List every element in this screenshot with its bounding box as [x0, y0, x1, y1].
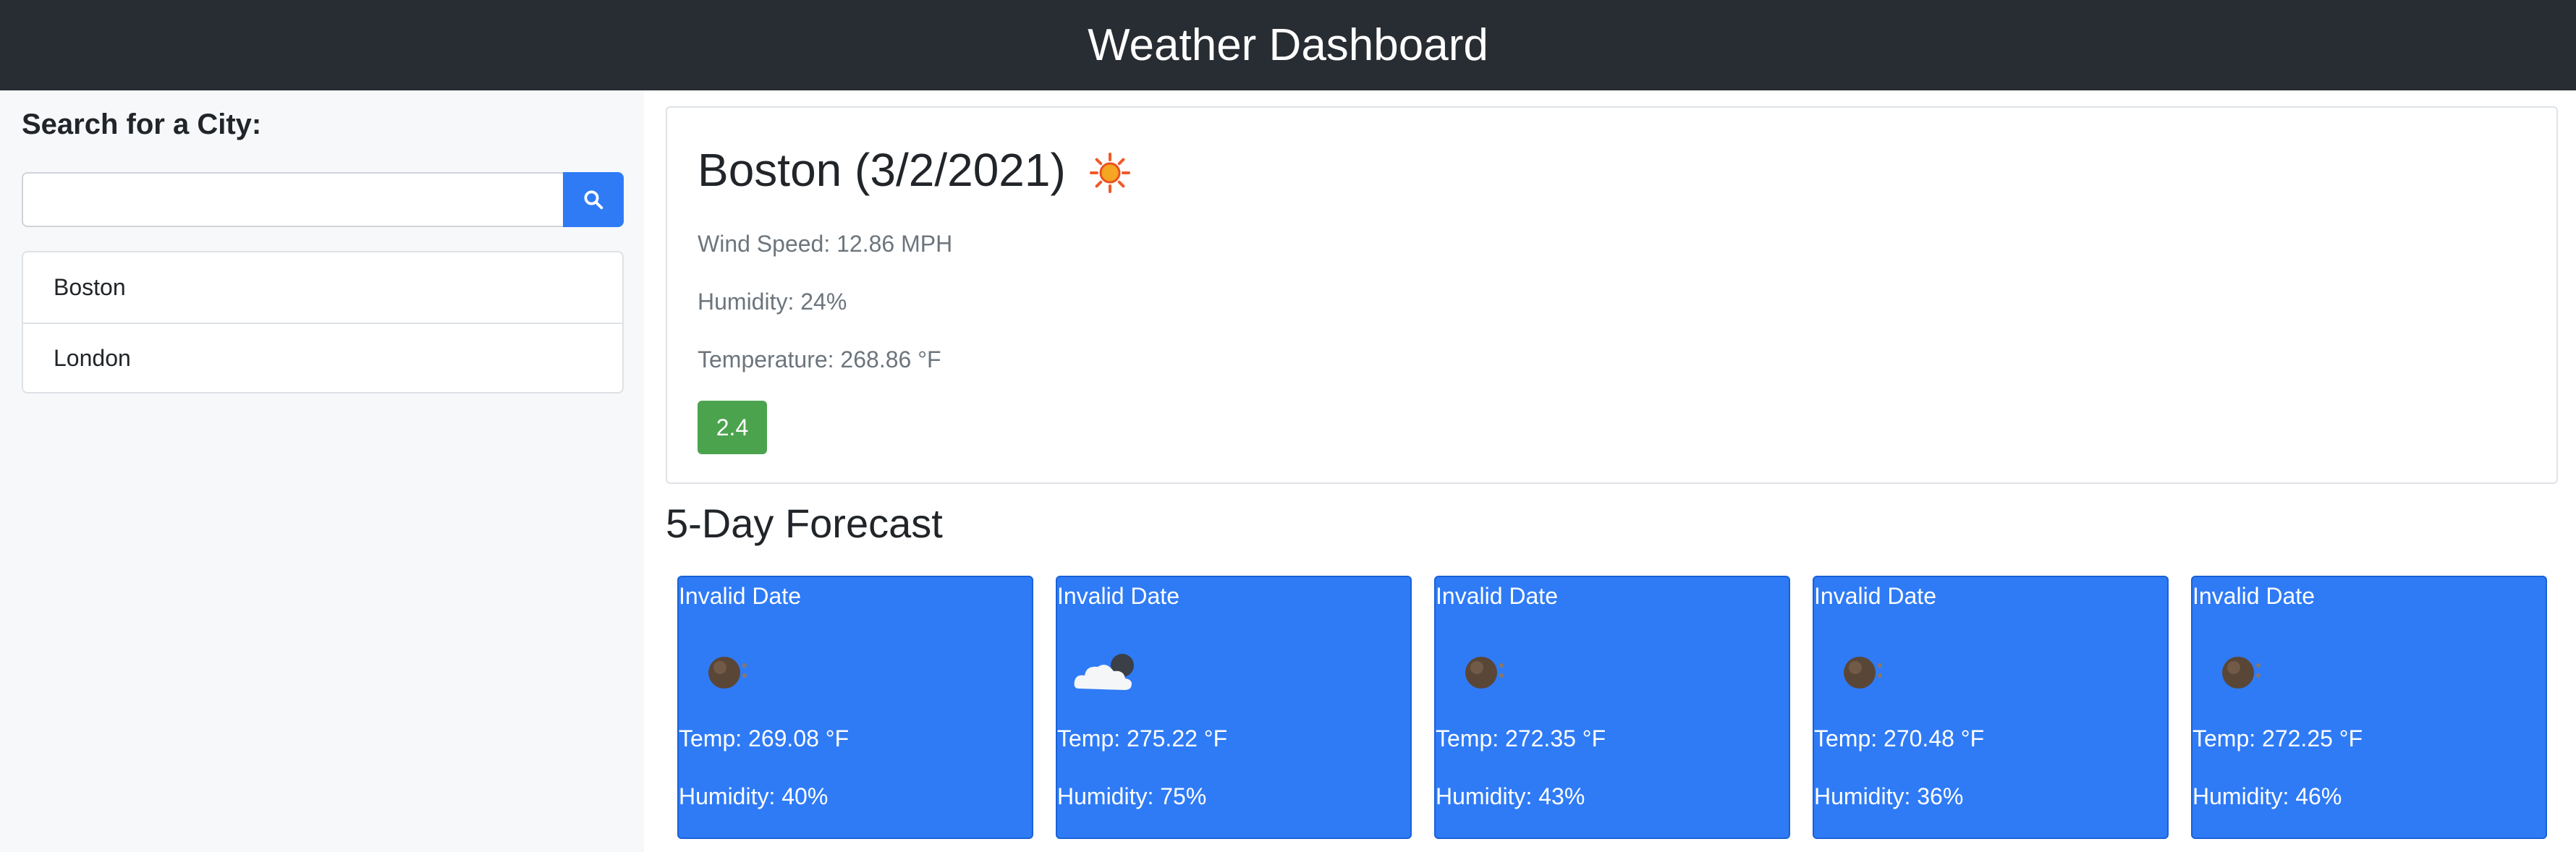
forecast-humidity: Humidity: 75%: [1057, 783, 1207, 809]
night-clear-icon: [708, 657, 747, 689]
cloud-icon: [1074, 654, 1134, 690]
humidity: Humidity: 24%: [698, 289, 847, 315]
forecast-card: Invalid Date Temp: 275.22 °F Humidity: 7…: [1056, 576, 1412, 839]
current-city-title: Boston (3/2/2021): [698, 144, 1066, 196]
forecast-heading: 5-Day Forecast: [666, 500, 943, 546]
current-weather-card: Boston (3/2/2021) Wind Speed: 12.86 MPH …: [666, 106, 2558, 484]
forecast-date: Invalid Date: [679, 583, 801, 609]
forecast-humidity: Humidity: 40%: [679, 783, 829, 809]
forecast-card: Invalid Date Temp: 272.25 °F Humidity: 4…: [2191, 576, 2547, 839]
forecast-card: Invalid Date Temp: 270.48 °F Humidity: 3…: [1813, 576, 2169, 839]
forecast-card: Invalid Date Temp: 272.35 °F Humidity: 4…: [1434, 576, 1790, 839]
history-item-boston[interactable]: Boston: [23, 252, 622, 323]
wind-speed: Wind Speed: 12.86 MPH: [698, 231, 953, 257]
forecast-humidity: Humidity: 43%: [1436, 783, 1585, 809]
search-button[interactable]: [563, 172, 624, 227]
app-header: Weather Dashboard: [0, 0, 2576, 90]
search-icon: [584, 190, 603, 210]
night-clear-icon: [1844, 657, 1882, 689]
forecast-temp: Temp: 269.08 °F: [679, 725, 850, 751]
search-history-list: Boston London: [22, 251, 624, 393]
forecast-date: Invalid Date: [1814, 583, 1936, 609]
forecast-date: Invalid Date: [1436, 583, 1558, 609]
forecast-temp: Temp: 275.22 °F: [1057, 725, 1228, 751]
forecast-card: Invalid Date Temp: 269.08 °F Humidity: 4…: [677, 576, 1033, 839]
forecast-temp: Temp: 272.25 °F: [2192, 725, 2363, 751]
page-title: Weather Dashboard: [1088, 20, 1488, 70]
search-heading: Search for a City:: [22, 108, 262, 140]
night-clear-icon: [1465, 657, 1504, 689]
temperature: Temperature: 268.86 °F: [698, 346, 941, 372]
search-input[interactable]: [22, 172, 563, 227]
forecast-temp: Temp: 272.35 °F: [1436, 725, 1606, 751]
history-item-london[interactable]: London: [23, 323, 622, 392]
forecast-temp: Temp: 270.48 °F: [1814, 725, 1985, 751]
forecast-date: Invalid Date: [2192, 583, 2315, 609]
sun-icon: [1090, 153, 1130, 193]
forecast-date: Invalid Date: [1057, 583, 1179, 609]
night-clear-icon: [2222, 657, 2261, 689]
uv-index-badge: 2.4: [698, 401, 767, 454]
forecast-humidity: Humidity: 46%: [2192, 783, 2342, 809]
forecast-humidity: Humidity: 36%: [1814, 783, 1964, 809]
